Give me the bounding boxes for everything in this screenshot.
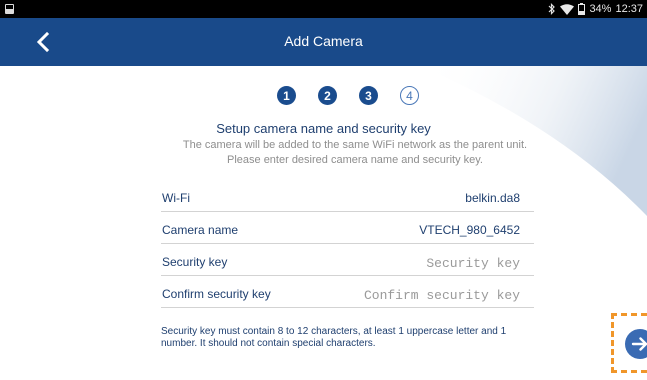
security-key-hint: Security key must contain 8 to 12 charac…: [161, 326, 507, 349]
step-1-indicator: 1: [277, 86, 296, 105]
wifi-label: Wi-Fi: [162, 191, 190, 205]
wifi-value: belkin.da8: [465, 191, 520, 205]
section-heading: Setup camera name and security key: [216, 121, 431, 136]
status-bar: 34% 12:37: [0, 0, 647, 18]
arrow-right-icon: [631, 337, 647, 351]
step-2-indicator: 2: [318, 86, 337, 105]
battery-percent: 34%: [589, 3, 612, 15]
app-bar: Add Camera: [0, 18, 647, 66]
instructions-line-2: Please enter desired camera name and sec…: [227, 154, 483, 166]
page-title: Add Camera: [284, 33, 363, 49]
instructions: The camera will be added to the same WiF…: [170, 138, 540, 168]
next-button-highlight: [611, 313, 647, 373]
security-key-input[interactable]: [330, 254, 520, 272]
status-icons: 34% 12:37: [547, 2, 643, 16]
bluetooth-icon: [547, 3, 556, 15]
security-key-label: Security key: [162, 255, 228, 269]
instructions-line-1: The camera will be added to the same WiF…: [182, 139, 528, 151]
camera-form: Wi-Fi belkin.da8 Camera name VTECH_980_6…: [161, 188, 534, 308]
step-3-indicator: 3: [359, 86, 378, 105]
next-button[interactable]: [625, 329, 647, 359]
camera-name-row[interactable]: Camera name VTECH_980_6452: [161, 212, 534, 244]
clock: 12:37: [615, 3, 643, 15]
confirm-security-key-input[interactable]: [330, 286, 520, 304]
camera-name-label: Camera name: [162, 223, 239, 237]
confirm-security-key-row: Confirm security key: [161, 276, 534, 308]
wifi-icon: [560, 3, 575, 15]
camera-name-field[interactable]: VTECH_980_6452: [419, 223, 520, 237]
step-4-indicator: 4: [400, 86, 419, 105]
wifi-row: Wi-Fi belkin.da8: [161, 188, 534, 212]
security-key-row: Security key: [161, 244, 534, 276]
battery-icon: [578, 3, 586, 15]
stepper: 1 2 3 4: [277, 86, 419, 105]
notification-icon: [5, 4, 14, 14]
confirm-security-key-label: Confirm security key: [162, 287, 271, 301]
